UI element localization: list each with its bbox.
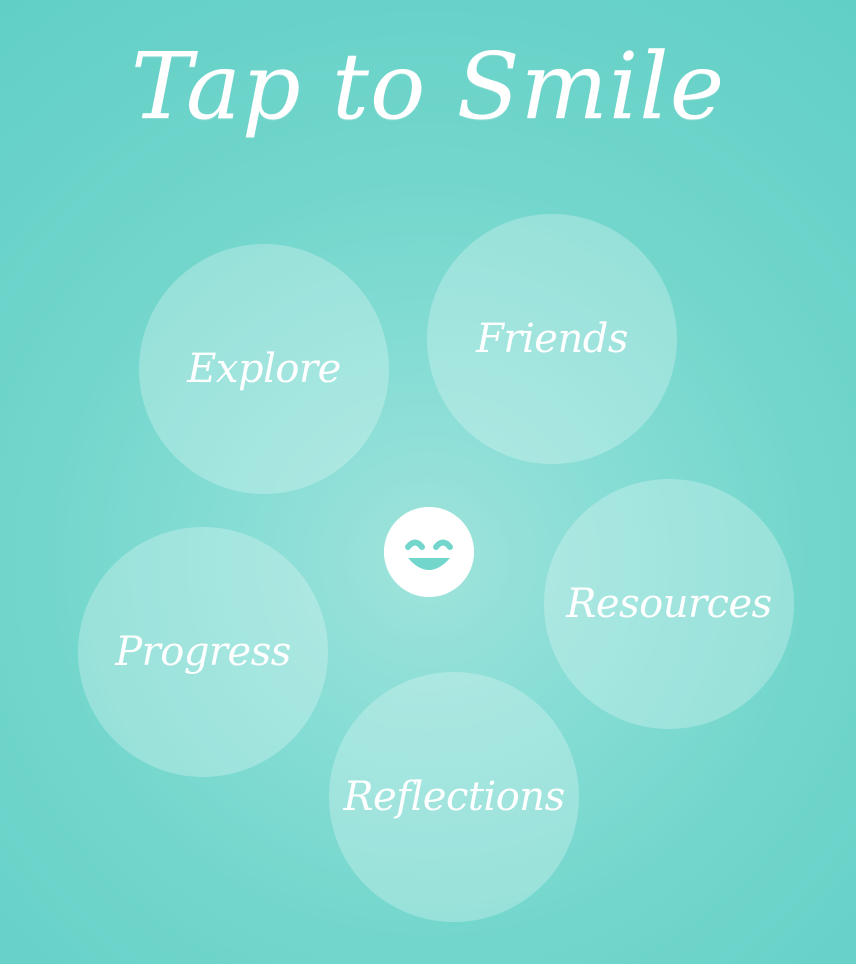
app-screen: Tap to Smile Explore Friends Progress Re…	[0, 0, 856, 964]
reflections-label: Reflections	[343, 774, 565, 820]
page-title: Tap to Smile	[130, 33, 726, 140]
friends-label: Friends	[476, 316, 628, 362]
progress-label: Progress	[115, 629, 291, 675]
explore-button[interactable]: Explore	[139, 244, 389, 494]
progress-button[interactable]: Progress	[78, 527, 328, 777]
reflections-button[interactable]: Reflections	[329, 672, 579, 922]
resources-button[interactable]: Resources	[544, 479, 794, 729]
friends-button[interactable]: Friends	[427, 214, 677, 464]
smile-button[interactable]	[384, 507, 474, 597]
smile-icon	[384, 507, 474, 597]
explore-label: Explore	[187, 346, 341, 392]
resources-label: Resources	[566, 581, 772, 627]
